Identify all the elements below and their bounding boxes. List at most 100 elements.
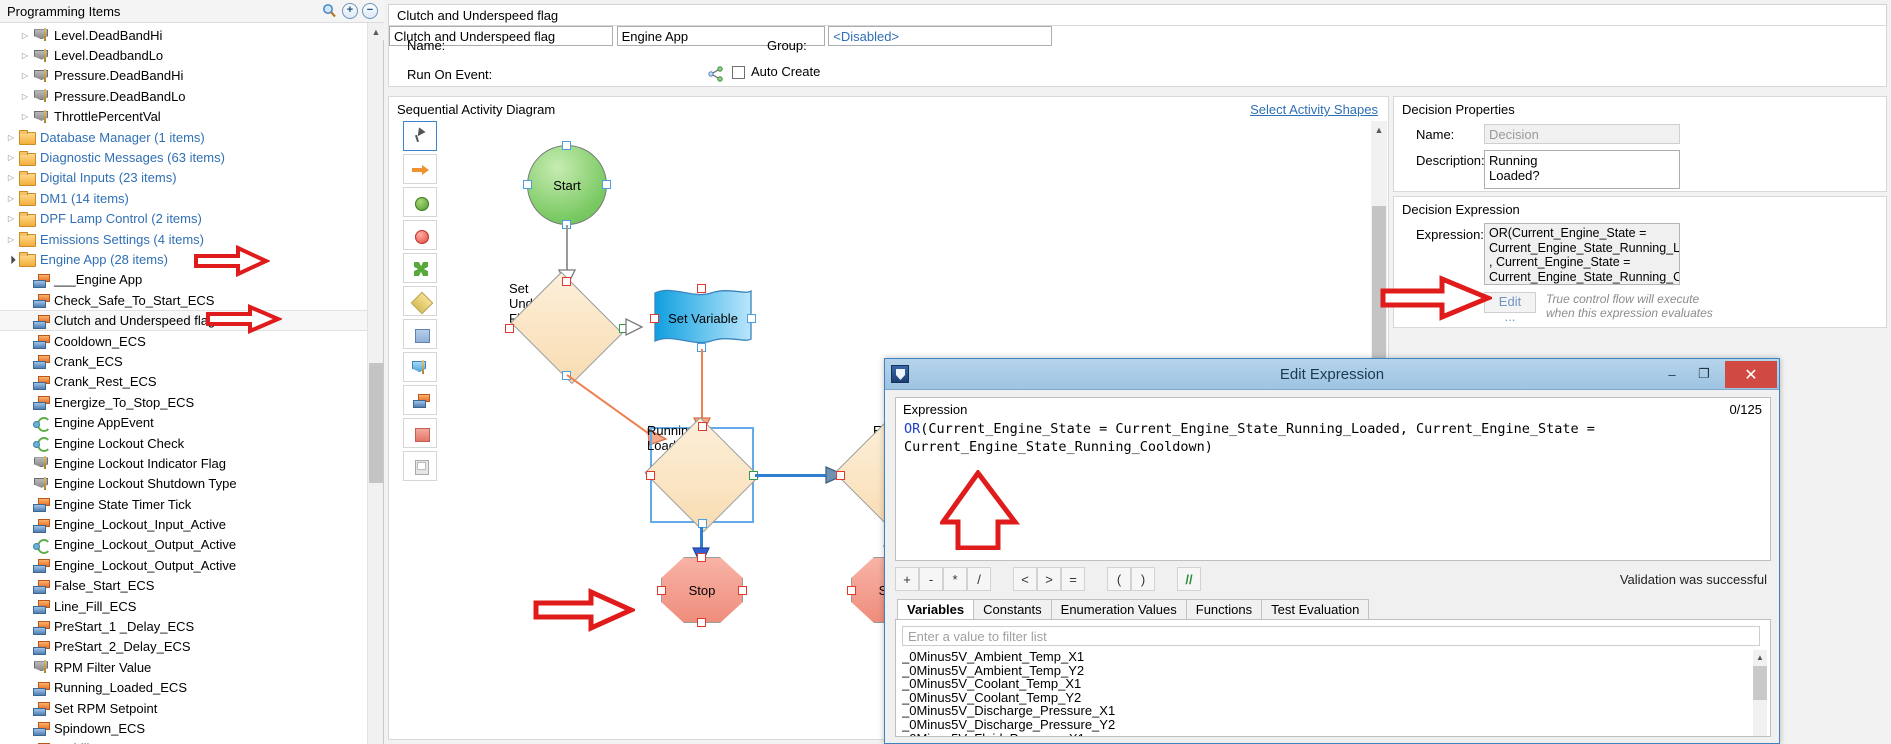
tree-item-spindown-ecs[interactable]: Spindown_ECS bbox=[0, 718, 368, 738]
minimize-button[interactable]: – bbox=[1657, 361, 1687, 387]
op-minus-button[interactable]: - bbox=[919, 567, 943, 591]
chevron-right-icon[interactable] bbox=[18, 31, 32, 40]
control-flow-tool[interactable] bbox=[403, 154, 437, 184]
tree-item-prestart-2-delay-ecs[interactable]: PreStart_2_Delay_ECS bbox=[0, 637, 368, 657]
op-comment-button[interactable]: // bbox=[1177, 567, 1201, 591]
stop-node-tool[interactable] bbox=[403, 220, 437, 250]
tree-item-dm1-14-items[interactable]: DM1 (14 items) bbox=[0, 188, 368, 208]
variables-list[interactable]: _0Minus5V_Ambient_Temp_X1 _0Minus5V_Ambie… bbox=[902, 650, 1750, 736]
variable-list-item[interactable]: _0Minus5V_Coolant_Temp_X1 bbox=[902, 677, 1750, 691]
tree-item-engine-lockout-check[interactable]: Engine Lockout Check bbox=[0, 433, 368, 453]
expression-text[interactable]: OR(Current_Engine_State = Current_Engine… bbox=[904, 420, 1760, 456]
tree-item-rpm-filter-value[interactable]: RPM Filter Value bbox=[0, 657, 368, 677]
node-handle[interactable] bbox=[738, 586, 747, 595]
tree-item-engine-state-timer-tick[interactable]: Engine State Timer Tick bbox=[0, 494, 368, 514]
expression-editor-box[interactable]: Expression 0/125 OR(Current_Engine_State… bbox=[895, 397, 1771, 561]
chevron-right-icon[interactable] bbox=[4, 133, 18, 142]
running-loaded-decision[interactable]: Running Loaded? bbox=[644, 417, 760, 533]
chevron-right-icon[interactable] bbox=[4, 173, 18, 182]
variable-list-item[interactable]: _0Minus5V_Coolant_Temp_Y2 bbox=[902, 691, 1750, 705]
node-handle[interactable] bbox=[697, 553, 706, 562]
tree-item-prestart-1-delay-ecs[interactable]: PreStart_1 _Delay_ECS bbox=[0, 616, 368, 636]
node-handle[interactable] bbox=[602, 180, 611, 189]
maximize-button[interactable]: ❐ bbox=[1689, 361, 1719, 387]
run-on-event-input[interactable] bbox=[828, 26, 1053, 46]
set-variable-node[interactable]: Set Variable bbox=[650, 284, 756, 352]
variable-list-item[interactable]: _0Minus5V_Ambient_Temp_Y2 bbox=[902, 663, 1750, 678]
op-equals-button[interactable]: = bbox=[1061, 567, 1085, 591]
chevron-right-icon[interactable] bbox=[18, 51, 32, 60]
tree-item-line-fill-ecs[interactable]: Line_Fill_ECS bbox=[0, 596, 368, 616]
chevron-right-icon[interactable] bbox=[4, 214, 18, 223]
node-handle[interactable] bbox=[562, 141, 571, 150]
variable-list-item[interactable]: _0Minus5V_Discharge_Pressure_Y2 bbox=[902, 718, 1750, 732]
stop-node-1[interactable]: Stop bbox=[657, 553, 747, 627]
collapse-all-icon[interactable]: − bbox=[362, 2, 378, 19]
select-activity-shapes-link[interactable]: Select Activity Shapes bbox=[1250, 102, 1378, 117]
tree-item-crank-ecs[interactable]: Crank_ECS bbox=[0, 351, 368, 371]
node-handle[interactable] bbox=[650, 314, 659, 323]
tree-item-pressure-deadbandlo[interactable]: Pressure.DeadBandLo bbox=[0, 86, 368, 106]
chevron-right-icon[interactable] bbox=[18, 112, 32, 121]
red-shape-tool[interactable] bbox=[403, 418, 437, 448]
tree-item-false-start-ecs[interactable]: False_Start_ECS bbox=[0, 576, 368, 596]
tree-item-engine-app[interactable]: ___Engine App bbox=[0, 270, 368, 290]
op-plus-button[interactable]: + bbox=[895, 567, 919, 591]
tree-item-stabilize-ecs[interactable]: Stabilize_ECS bbox=[0, 739, 368, 744]
scroll-up-icon[interactable]: ▲ bbox=[1753, 650, 1767, 664]
tree-item-throttlepercentval[interactable]: ThrottlePercentVal bbox=[0, 107, 368, 127]
op-multiply-button[interactable]: * bbox=[943, 567, 967, 591]
filter-input[interactable]: Enter a value to filter list bbox=[902, 626, 1760, 646]
close-button[interactable]: ✕ bbox=[1725, 361, 1777, 388]
tree-item-engine-lockout-output-active[interactable]: Engine_Lockout_Output_Active bbox=[0, 535, 368, 555]
tree-item-level-deadbandhi[interactable]: Level.DeadBandHi bbox=[0, 25, 368, 45]
tree-item-engine-app-28-items[interactable]: Engine App (28 items) bbox=[0, 249, 368, 269]
tab-constants[interactable]: Constants bbox=[973, 599, 1052, 620]
scrollbar-thumb[interactable] bbox=[1753, 666, 1767, 700]
tree-vertical-scrollbar[interactable]: ▲ bbox=[367, 23, 384, 744]
tree-item-digital-inputs-23-items[interactable]: Digital Inputs (23 items) bbox=[0, 168, 368, 188]
op-divide-button[interactable]: / bbox=[967, 567, 991, 591]
node-handle[interactable] bbox=[523, 180, 532, 189]
node-handle[interactable] bbox=[657, 586, 666, 595]
tree-item-engine-lockout-output-active[interactable]: Engine_Lockout_Output_Active bbox=[0, 555, 368, 575]
tree-item-check-safe-to-start-ecs[interactable]: Check_Safe_To_Start_ECS bbox=[0, 290, 368, 310]
set-variable-tool[interactable] bbox=[403, 352, 437, 382]
tab-enumeration-values[interactable]: Enumeration Values bbox=[1050, 599, 1187, 620]
variable-list-item[interactable]: _0Minus5V_Fluid_Pressure_X1 bbox=[902, 731, 1750, 736]
expression-readonly-box[interactable]: OR(Current_Engine_State = Current_Engine… bbox=[1484, 223, 1680, 285]
fork-join-tool[interactable] bbox=[403, 253, 437, 283]
tree-item-database-manager-1-items[interactable]: Database Manager (1 items) bbox=[0, 127, 368, 147]
tree-item-emissions-settings-4-items[interactable]: Emissions Settings (4 items) bbox=[0, 229, 368, 249]
tree-item-clutch-and-underspeed-flag[interactable]: Clutch and Underspeed flag bbox=[0, 310, 368, 331]
action-tool[interactable] bbox=[403, 319, 437, 349]
chevron-right-icon[interactable] bbox=[18, 71, 32, 80]
tree-item-dpf-lamp-control-2-items[interactable]: DPF Lamp Control (2 items) bbox=[0, 209, 368, 229]
op-greater-than-button[interactable]: > bbox=[1037, 567, 1061, 591]
op-open-paren-button[interactable]: ( bbox=[1107, 567, 1131, 591]
tree-item-engine-lockout-indicator-flag[interactable]: Engine Lockout Indicator Flag bbox=[0, 453, 368, 473]
node-handle[interactable] bbox=[747, 314, 756, 323]
node-handle[interactable] bbox=[505, 324, 514, 333]
chevron-right-icon[interactable] bbox=[4, 153, 18, 162]
tree-item-energize-to-stop-ecs[interactable]: Energize_To_Stop_ECS bbox=[0, 392, 368, 412]
op-close-paren-button[interactable]: ) bbox=[1131, 567, 1155, 591]
tree-item-engine-lockout-shutdown-type[interactable]: Engine Lockout Shutdown Type bbox=[0, 474, 368, 494]
tree-item-cooldown-ecs[interactable]: Cooldown_ECS bbox=[0, 331, 368, 351]
node-handle[interactable] bbox=[836, 471, 845, 480]
auto-create-checkbox[interactable] bbox=[732, 66, 745, 79]
tree-scroll-area[interactable]: Level.DeadBandHi Level.DeadbandLo Pressure… bbox=[0, 23, 368, 744]
decision-tool[interactable] bbox=[403, 286, 437, 316]
edit-expression-button[interactable]: Edit ... bbox=[1484, 292, 1536, 324]
tab-variables[interactable]: Variables bbox=[897, 599, 975, 620]
tree-item-crank-rest-ecs[interactable]: Crank_Rest_ECS bbox=[0, 372, 368, 392]
scroll-up-icon[interactable]: ▲ bbox=[1371, 121, 1387, 138]
chevron-right-icon[interactable] bbox=[4, 194, 18, 203]
call-method-tool[interactable] bbox=[403, 385, 437, 415]
scroll-up-icon[interactable]: ▲ bbox=[368, 23, 384, 40]
chevron-right-icon[interactable] bbox=[4, 235, 18, 244]
tree-item-engine-appevent[interactable]: Engine AppEvent bbox=[0, 412, 368, 432]
start-node[interactable]: Start bbox=[523, 141, 611, 229]
node-handle[interactable] bbox=[646, 471, 655, 480]
tree-item-running-loaded-ecs[interactable]: Running_Loaded_ECS bbox=[0, 678, 368, 698]
